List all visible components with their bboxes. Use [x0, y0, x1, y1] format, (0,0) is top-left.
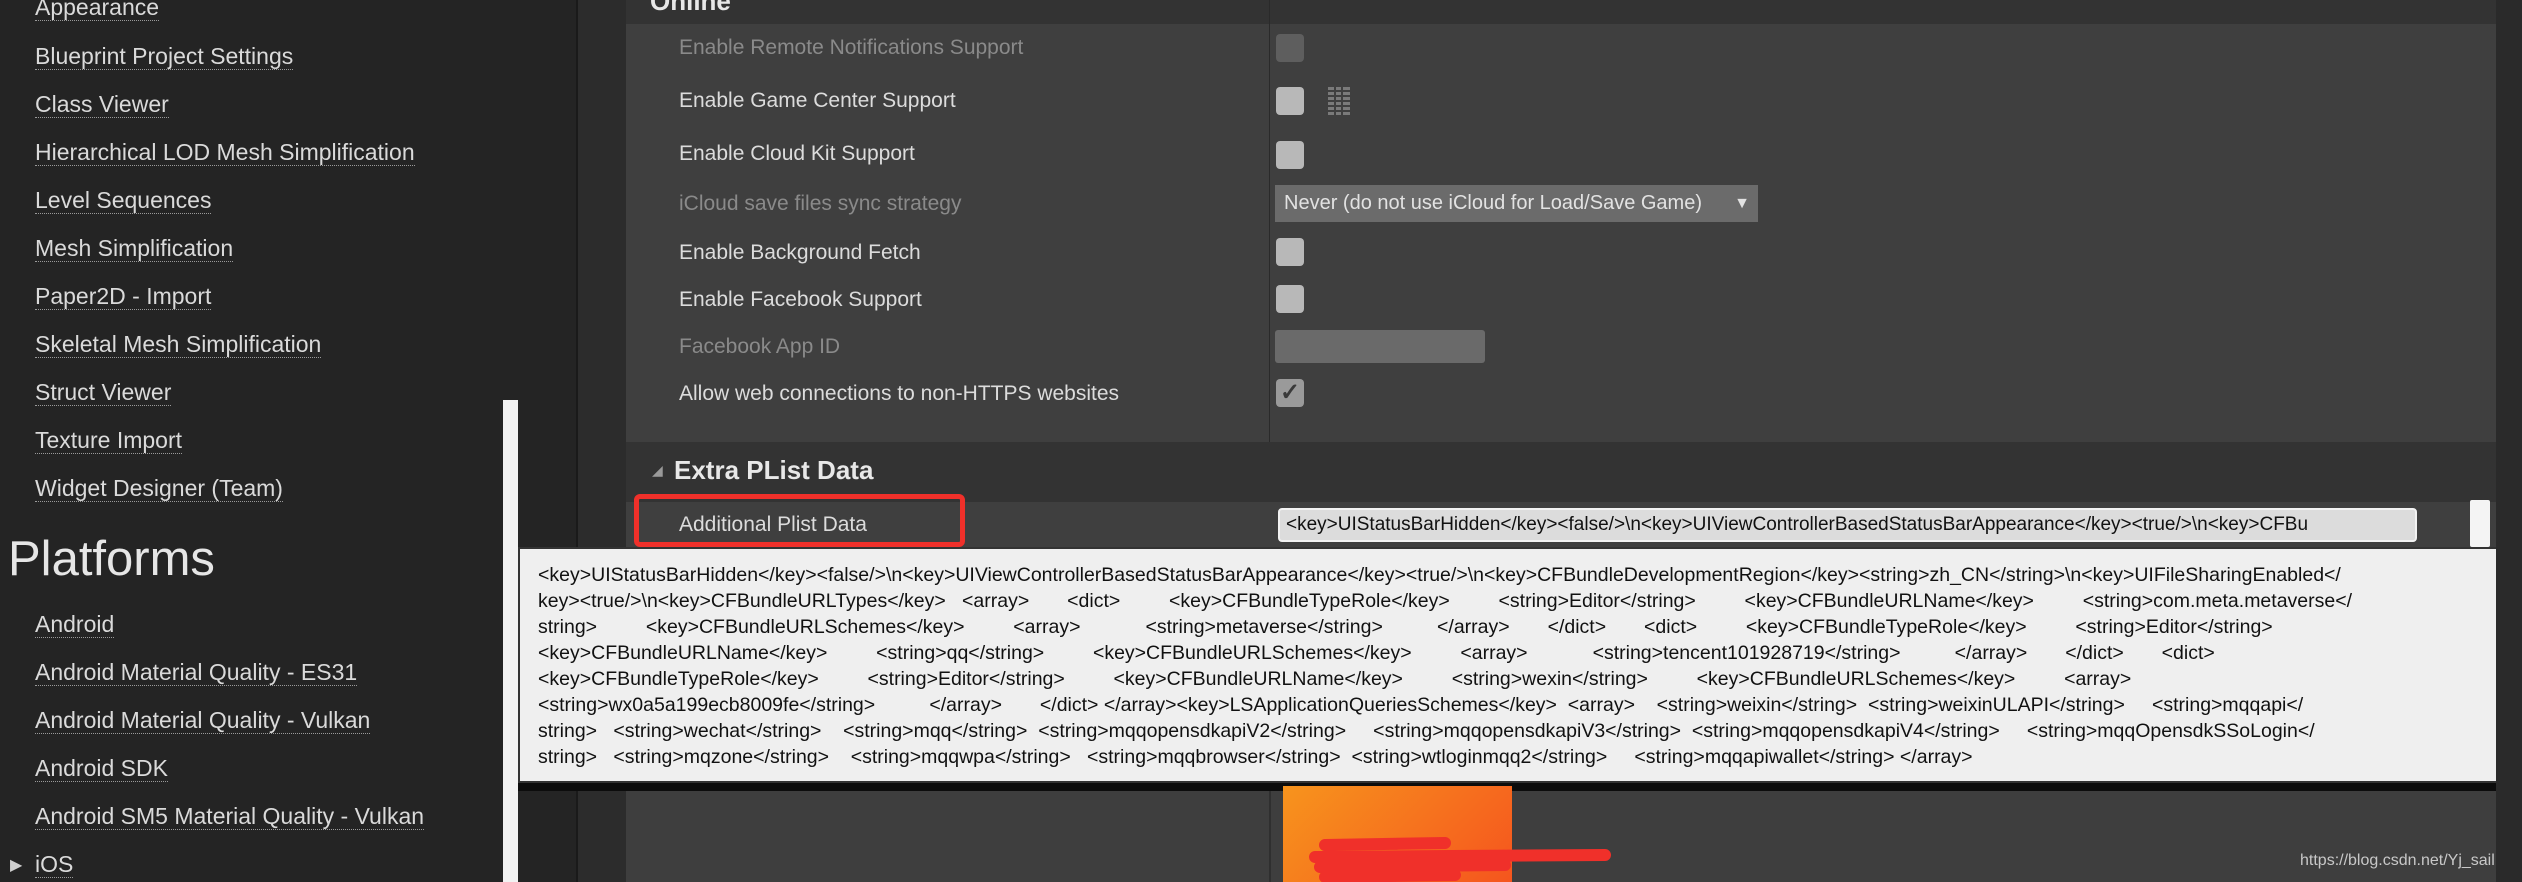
sidebar-item-android-sdk[interactable]: Android SDK [35, 755, 168, 782]
sidebar-item-android-sm5-vulkan[interactable]: Android SM5 Material Quality - Vulkan [35, 803, 425, 830]
tooltip-line: <key>CFBundleURLName</key> <string>qq</s… [538, 642, 2215, 664]
sidebar-item-texture-import[interactable]: Texture Import [35, 427, 182, 454]
background-fetch-label: Enable Background Fetch [679, 241, 921, 264]
game-center-label: Enable Game Center Support [679, 89, 956, 112]
sidebar-item-level-sequences[interactable]: Level Sequences [35, 187, 212, 214]
tooltip-line: string> <key>CFBundleURLSchemes</key> <a… [538, 616, 2273, 638]
sidebar-item-android-material-es31[interactable]: Android Material Quality - ES31 [35, 659, 358, 686]
checkmark-icon: ✓ [1279, 379, 1301, 406]
tooltip-line: <key>CFBundleTypeRole</key> <string>Edit… [538, 668, 2132, 690]
sidebar-item-paper2d-import[interactable]: Paper2D - Import [35, 283, 212, 310]
sidebar-item-blueprint-project-settings[interactable]: Blueprint Project Settings [35, 43, 294, 70]
right-edge [2496, 0, 2522, 882]
tooltip-shadow [518, 783, 2522, 791]
column-divider [1269, 791, 1271, 882]
icloud-sync-value: Never (do not use iCloud for Load/Save G… [1284, 192, 1702, 214]
sidebar-item-appearance[interactable]: Appearance [35, 0, 160, 21]
platforms-heading: Platforms [8, 532, 215, 586]
game-center-checkbox[interactable] [1276, 87, 1304, 115]
grid-icon[interactable] [1328, 87, 1350, 115]
icloud-sync-dropdown[interactable]: Never (do not use iCloud for Load/Save G… [1275, 185, 1758, 222]
allow-non-https-label: Allow web connections to non-HTTPS websi… [679, 382, 1120, 405]
sidebar-item-class-viewer[interactable]: Class Viewer [35, 91, 169, 118]
highlight-box [634, 494, 965, 547]
allow-non-https-checkbox[interactable]: ✓ [1276, 379, 1304, 407]
sidebar-scrollbar[interactable] [503, 400, 518, 882]
dropdown-arrow-icon: ▼ [1734, 195, 1750, 212]
cloud-kit-checkbox[interactable] [1276, 141, 1304, 169]
online-section [626, 24, 2496, 442]
column-divider[interactable] [1269, 0, 1270, 502]
extra-plist-section-header[interactable] [626, 442, 2496, 502]
expand-arrow-icon[interactable]: ▶ [10, 855, 22, 875]
icloud-sync-label: iCloud save files sync strategy [679, 192, 962, 215]
facebook-support-label: Enable Facebook Support [679, 288, 922, 311]
online-section-header[interactable]: Online [626, 0, 2496, 24]
facebook-app-id-label: Facebook App ID [679, 335, 841, 358]
sidebar-item-android-material-vulkan[interactable]: Android Material Quality - Vulkan [35, 707, 371, 734]
tooltip-line: <key>UIStatusBarHidden</key><false/>\n<k… [538, 564, 2341, 586]
main-scrollbar[interactable] [2470, 500, 2490, 547]
watermark: https://blog.csdn.net/Yj_sail [2300, 852, 2495, 869]
settings-sidebar: Appearance Blueprint Project Settings Cl… [0, 0, 576, 882]
sidebar-item-widget-designer[interactable]: Widget Designer (Team) [35, 475, 283, 502]
cloud-kit-label: Enable Cloud Kit Support [679, 142, 915, 165]
sidebar-item-android[interactable]: Android [35, 611, 115, 638]
additional-plist-input[interactable]: <key>UIStatusBarHidden</key><false/>\n<k… [1278, 508, 2417, 542]
facebook-app-id-input[interactable] [1275, 330, 1485, 363]
tooltip-line: <string>wx0a5a199ecb8009fe</string> </ar… [538, 694, 2304, 716]
online-section-title: Online [650, 0, 731, 16]
remote-notifications-checkbox[interactable] [1276, 34, 1304, 62]
facebook-support-checkbox[interactable] [1276, 285, 1304, 313]
remote-notifications-label: Enable Remote Notifications Support [679, 36, 1024, 59]
tooltip-line: key><true/>\n<key>CFBundleURLTypes</key>… [538, 590, 2353, 612]
sidebar-item-hlod-mesh-simplification[interactable]: Hierarchical LOD Mesh Simplification [35, 139, 415, 166]
sidebar-item-ios[interactable]: iOS [35, 851, 74, 878]
sidebar-item-skeletal-mesh-simplification[interactable]: Skeletal Mesh Simplification [35, 331, 322, 358]
sidebar-item-mesh-simplification[interactable]: Mesh Simplification [35, 235, 234, 262]
tooltip-line: string> <string>wechat</string> <string>… [538, 720, 2315, 742]
extra-plist-title: Extra PList Data [674, 455, 874, 485]
sidebar-item-struct-viewer[interactable]: Struct Viewer [35, 379, 172, 406]
redaction-scribble [1309, 837, 1611, 882]
tooltip-line: string> <string>mqzone</string> <string>… [538, 746, 1973, 768]
collapse-triangle-icon[interactable]: ◢ [652, 462, 663, 479]
plist-tooltip: <key>UIStatusBarHidden</key><false/>\n<k… [518, 547, 2522, 783]
background-fetch-checkbox[interactable] [1276, 238, 1304, 266]
